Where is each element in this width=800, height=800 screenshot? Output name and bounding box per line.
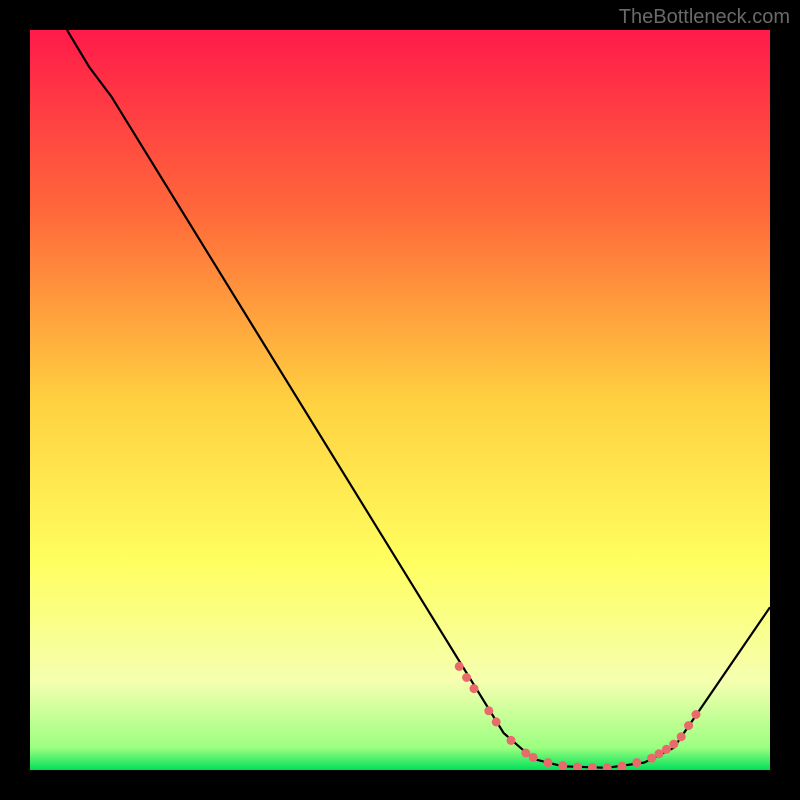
highlight-dot (470, 684, 479, 693)
highlight-dot (462, 673, 471, 682)
highlight-dot (669, 740, 678, 749)
highlight-dot (484, 706, 493, 715)
highlight-dot (684, 721, 693, 730)
highlight-dot (455, 662, 464, 671)
bottleneck-chart (30, 30, 770, 770)
highlight-dot (492, 717, 501, 726)
highlight-dot (632, 758, 641, 767)
highlight-dot (529, 753, 538, 762)
chart-background (30, 30, 770, 770)
chart-container (30, 30, 770, 770)
highlight-dot (558, 761, 567, 770)
highlight-dot (544, 758, 553, 767)
highlight-dot (507, 736, 516, 745)
watermark-text: TheBottleneck.com (619, 6, 790, 29)
highlight-dot (692, 710, 701, 719)
highlight-dot (662, 745, 671, 754)
highlight-dot (677, 732, 686, 741)
